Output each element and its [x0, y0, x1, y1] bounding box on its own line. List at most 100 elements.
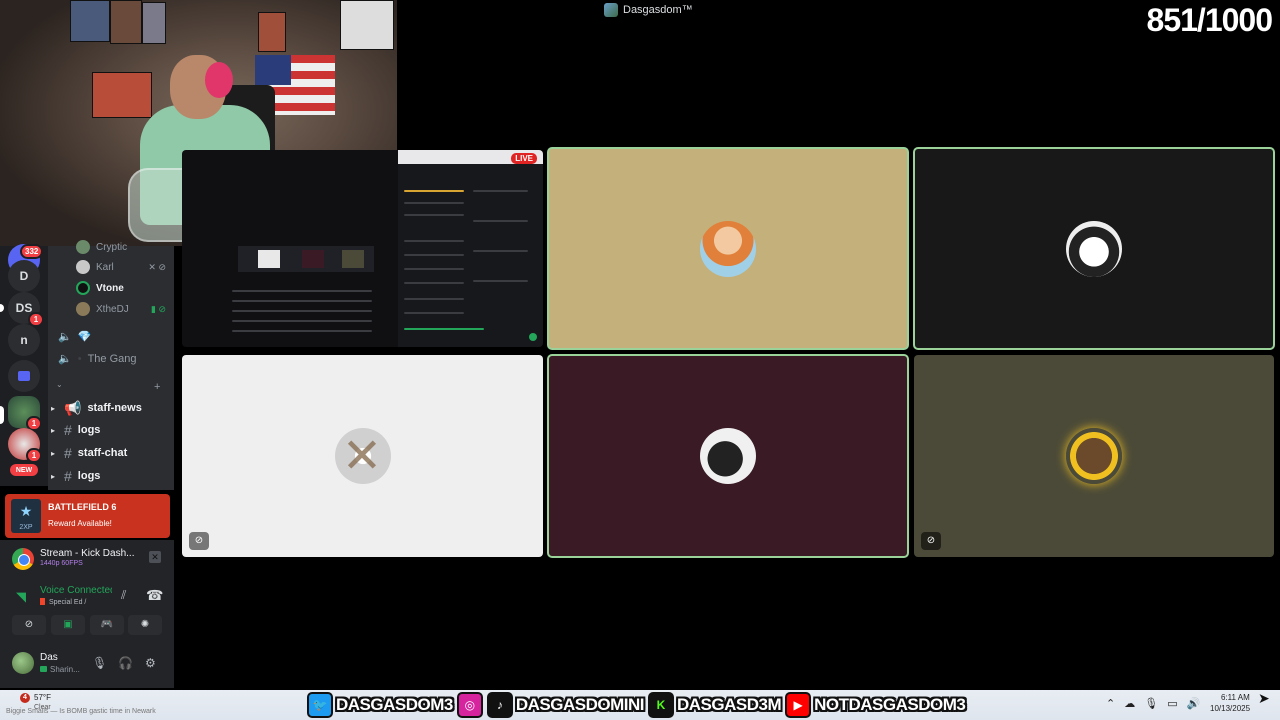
- wall-poster: [110, 0, 142, 44]
- server-ds[interactable]: DS 1: [8, 292, 44, 327]
- social-kick: K DASGASD3M: [647, 692, 782, 718]
- shared-content-line: [404, 214, 464, 216]
- voice-channel[interactable]: 🔈 💎: [58, 330, 91, 343]
- microphone-icon[interactable]: 🎙: [1144, 697, 1158, 710]
- weather-temp[interactable]: 57°F: [34, 693, 51, 702]
- selected-pill: [0, 406, 4, 424]
- status-dot: [529, 333, 537, 341]
- participant-tile-gold[interactable]: ⊘: [914, 355, 1274, 557]
- wall-poster: [70, 0, 110, 42]
- add-channel-icon[interactable]: +: [154, 381, 160, 393]
- voice-user[interactable]: XtheDJ ▮ ⊘: [76, 302, 166, 316]
- participant-tile-aang[interactable]: [547, 147, 909, 350]
- voice-user[interactable]: Cryptic: [76, 240, 166, 254]
- voice-channel-name[interactable]: Special Ed /: [40, 598, 86, 606]
- gear-icon[interactable]: ⚙: [145, 656, 156, 670]
- noise-suppression-icon[interactable]: ⫽: [121, 588, 126, 603]
- voice-user-name: Cryptic: [96, 241, 128, 253]
- network-icon[interactable]: ☁: [1124, 697, 1135, 710]
- headphones-icon[interactable]: 🎧: [118, 656, 133, 670]
- notification-badge: 332: [20, 244, 44, 259]
- category-collapse-icon[interactable]: ⌄: [56, 380, 63, 389]
- shared-thumbnail: [302, 250, 324, 268]
- notification-badge: 1: [26, 448, 42, 463]
- microphone-icon[interactable]: 🎙: [92, 656, 107, 670]
- channel-name: logs: [77, 470, 101, 482]
- signal-icon: ◥: [16, 589, 26, 604]
- promo-subtitle: Reward Available!: [48, 519, 112, 528]
- goal-counter: 851/1000: [1146, 2, 1273, 38]
- text-channel-staff-news[interactable]: ▸ 📢 staff-news: [48, 398, 174, 418]
- voice-user-name: Vtone: [96, 282, 124, 294]
- mouse-cursor-icon: ➤: [1258, 690, 1270, 706]
- avatar: [1066, 428, 1122, 484]
- volume-icon[interactable]: 🔊: [1187, 697, 1201, 710]
- shared-window: LIVE: [398, 150, 543, 347]
- shared-content-line: [473, 250, 528, 252]
- shared-content-line: [404, 312, 464, 314]
- text-channel-staff-chat[interactable]: ▸ # staff-chat: [48, 443, 174, 463]
- voice-channel[interactable]: 🔈 • The Gang: [58, 352, 136, 366]
- participant-tile-cat[interactable]: [547, 354, 909, 558]
- chevron-right-icon: ▸: [50, 425, 55, 435]
- voice-user[interactable]: Vtone: [76, 281, 166, 295]
- crossbones-icon: ✕: [341, 430, 383, 483]
- social-youtube: ▶ NOTDASGASDOM3: [785, 692, 966, 718]
- voice-status[interactable]: Voice Connected: [40, 585, 112, 596]
- screen-share-button[interactable]: ▣: [51, 615, 85, 635]
- participant-tile-manga[interactable]: [913, 147, 1275, 350]
- stream-title: Stream - Kick Dash...: [40, 548, 135, 559]
- server-icon: [604, 3, 618, 17]
- channel-name: staff-chat: [77, 447, 128, 459]
- disconnect-icon[interactable]: ☎: [146, 587, 163, 604]
- shared-thumbnail: [258, 250, 280, 268]
- server-n[interactable]: n: [8, 324, 40, 356]
- camera-off-icon: ⊘: [189, 532, 209, 550]
- chevron-right-icon: ▸: [50, 448, 55, 458]
- participant-tile-default[interactable]: ✕ ⊘: [182, 355, 543, 557]
- stream-quality: 1440p 60FPS: [40, 560, 83, 567]
- camera-off-icon: ⊘: [921, 532, 941, 550]
- social-tiktok: ♪ DASGASDOMINI: [486, 692, 644, 718]
- hash-icon: #: [64, 445, 72, 461]
- chevron-up-icon[interactable]: ⌃: [1106, 697, 1115, 710]
- avatar[interactable]: [12, 652, 34, 674]
- voice-user[interactable]: Karl ✕ ⊘: [76, 260, 166, 274]
- shared-content-line: [473, 190, 528, 192]
- new-badge[interactable]: NEW: [10, 464, 38, 476]
- stream-status[interactable]: Stream - Kick Dash... 1440p 60FPS ✕: [12, 546, 167, 572]
- twitter-icon: 🐦: [307, 692, 333, 718]
- server-avatar[interactable]: 1: [8, 396, 42, 431]
- shared-content-line: [404, 282, 464, 284]
- display-icon[interactable]: ▭: [1167, 697, 1177, 710]
- text-channel-logs[interactable]: ▸ # logs: [48, 466, 174, 486]
- window-title-text: Dasgasdom™: [623, 4, 693, 16]
- folder-icon[interactable]: [8, 360, 40, 392]
- shared-content-line: [404, 328, 484, 330]
- news-ticker: Biggie Smalls — Is BOMB gastic time in N…: [6, 708, 156, 715]
- soundboard-button[interactable]: ✺: [128, 615, 162, 635]
- shared-content-line: [232, 320, 372, 322]
- voice-user-name: XtheDJ: [96, 303, 129, 315]
- user-area[interactable]: Das Sharin... 🎙 🎧 ⚙: [12, 650, 167, 678]
- camera-off-button[interactable]: ⊘: [12, 615, 46, 635]
- shared-content-line: [232, 310, 372, 312]
- promo-banner[interactable]: ★ 2XP BATTLEFIELD 6 Reward Available!: [5, 494, 170, 538]
- new-label: NEW: [15, 466, 33, 474]
- screen-share-tile[interactable]: LIVE: [182, 150, 543, 347]
- server-d[interactable]: D: [8, 260, 40, 292]
- voice-user-name: Karl: [96, 261, 114, 273]
- channel-name: logs: [77, 424, 101, 436]
- activity-button[interactable]: 🎮: [90, 615, 124, 635]
- server-avatar[interactable]: 1: [8, 428, 42, 463]
- user-name: Das: [40, 652, 58, 663]
- kick-icon: K: [647, 692, 674, 718]
- weather-badge: 4: [20, 693, 30, 703]
- wall-poster: [92, 72, 152, 118]
- stop-stream-icon[interactable]: ✕: [149, 551, 161, 563]
- avatar: [700, 428, 756, 484]
- clock-date[interactable]: 10/13/2025: [1210, 704, 1250, 713]
- channel-emoji: 💎: [77, 331, 92, 343]
- text-channel-logs[interactable]: ▸ # logs: [48, 420, 174, 440]
- clock-time[interactable]: 6:11 AM: [1221, 693, 1250, 702]
